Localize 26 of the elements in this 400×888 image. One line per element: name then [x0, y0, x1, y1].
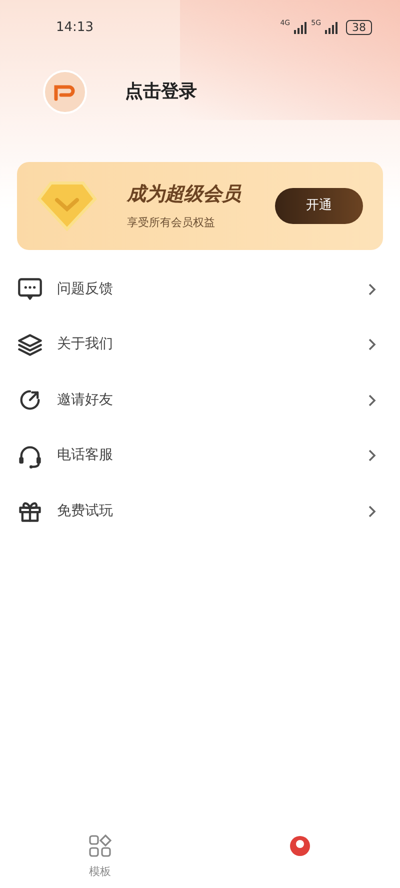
chevron-icon	[368, 504, 376, 518]
profile-icon	[288, 834, 312, 858]
diamond-icon	[37, 180, 97, 232]
layers-icon	[17, 332, 43, 358]
chevron-icon	[368, 394, 376, 407]
battery-level: 38	[346, 20, 372, 36]
menu-item[interactable]: 问题反馈	[0, 262, 400, 317]
logo-icon	[53, 82, 77, 100]
signal-icon	[294, 22, 308, 34]
chevron-icon	[368, 449, 376, 462]
signal-icon	[325, 22, 338, 34]
status-time: 14:13	[56, 19, 94, 37]
tab[interactable]: 模板	[0, 814, 200, 888]
menu-item[interactable]: 关于我们	[0, 317, 400, 372]
chevron-icon	[368, 282, 376, 296]
chevron-icon	[368, 338, 376, 352]
menu-item[interactable]: 邀请好友	[0, 372, 400, 428]
vip-banner[interactable]: 成为超级会员 享受所有会员权益 开通	[17, 162, 383, 250]
menu-item[interactable]: 免费试玩	[0, 484, 400, 539]
vip-subtitle: 享受所有会员权益	[127, 214, 216, 230]
menu-item[interactable]: 电话客服	[0, 428, 400, 484]
login-link[interactable]: 点击登录	[125, 78, 197, 105]
vip-title: 成为超级会员	[127, 182, 241, 207]
grid-icon	[88, 834, 112, 858]
chat-icon	[17, 276, 43, 302]
activate-button[interactable]: 开通	[275, 188, 363, 224]
